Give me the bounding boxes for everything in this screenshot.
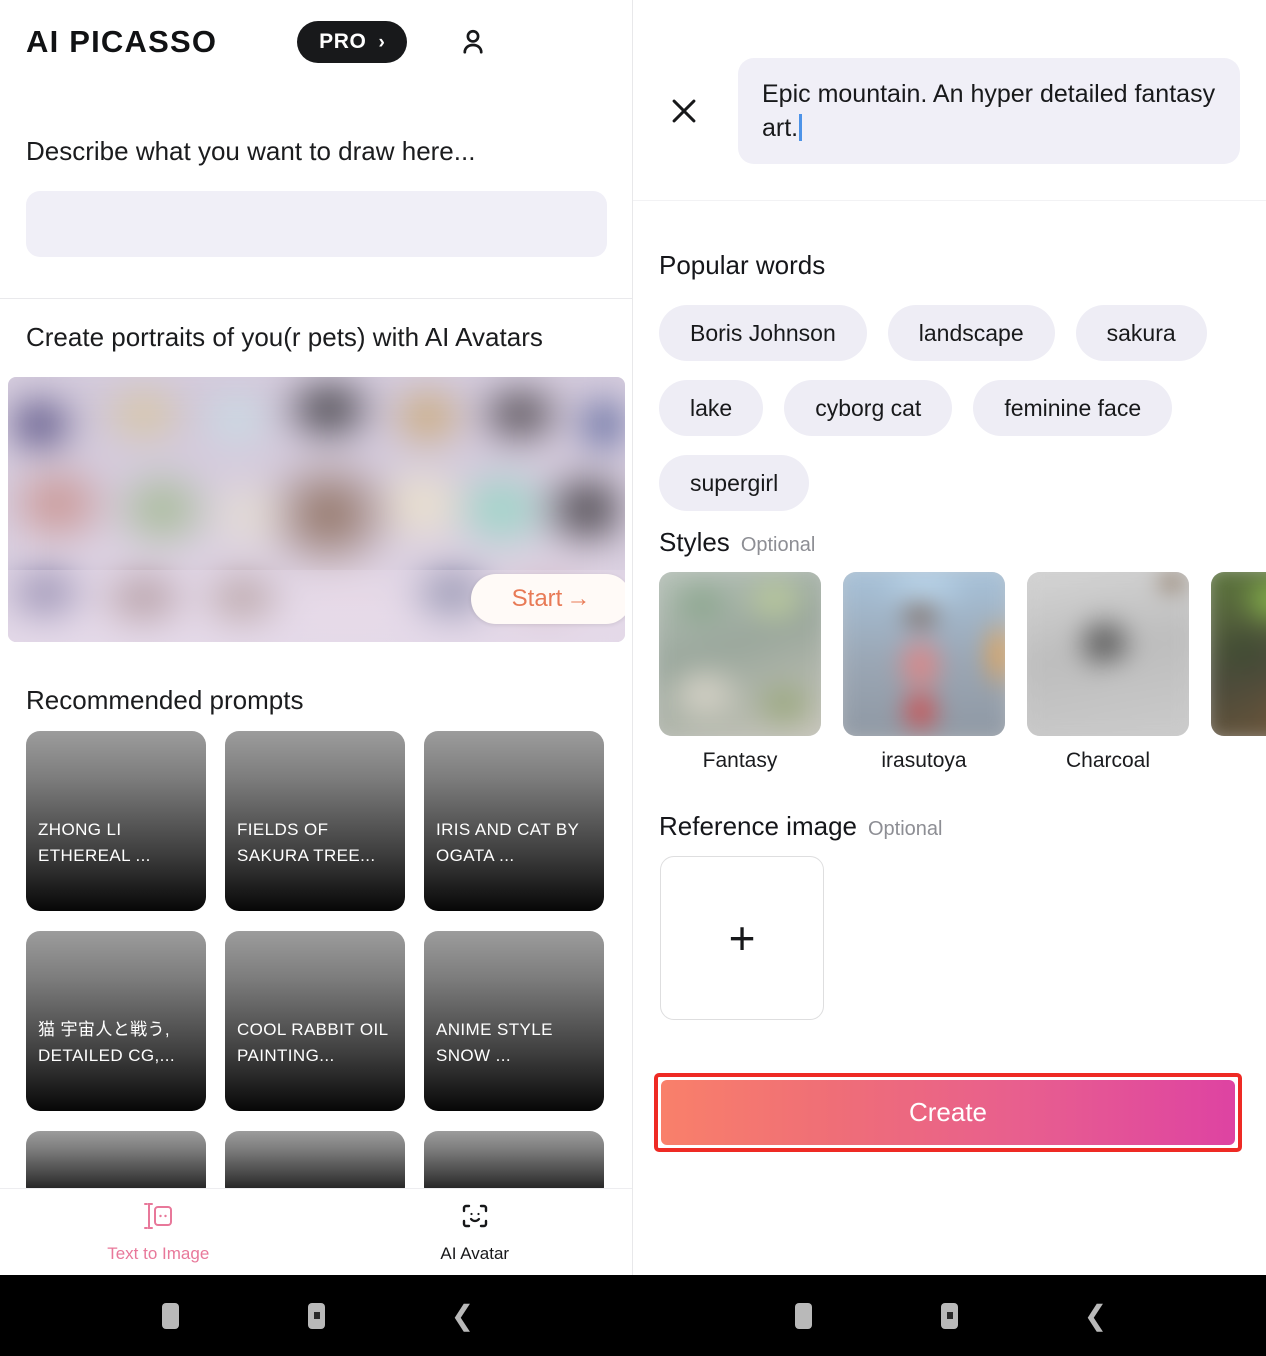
popular-words-header: Popular words (659, 250, 825, 281)
start-label: Start (511, 585, 563, 612)
square-icon (162, 1302, 179, 1329)
prompt-card-label: COOL RABBIT OIL PAINTING... (237, 1020, 388, 1065)
app-header: AI PICASSO PRO › (0, 0, 633, 84)
avatars-promo-title: Create portraits of you(r pets) with AI … (26, 322, 543, 352)
tab-label: Text to Image (107, 1244, 210, 1263)
left-pane: AI PICASSO PRO › Describe what you want … (0, 0, 633, 1275)
home-icon (308, 1302, 325, 1329)
account-icon[interactable] (455, 24, 491, 60)
prompt-card-label: ANIME STYLE SNOW ... (436, 1020, 553, 1065)
arrow-right-icon: → (566, 585, 591, 612)
popular-words-list: Boris Johnson landscape sakura lake cybo… (659, 305, 1266, 511)
back-button[interactable]: ❮ (1081, 1301, 1111, 1331)
back-chevron-icon: ❮ (1083, 1299, 1108, 1331)
home-button[interactable] (935, 1301, 965, 1331)
pro-upgrade-button[interactable]: PRO › (297, 21, 408, 63)
style-thumbnail (1211, 572, 1266, 736)
style-thumbnail (843, 572, 1005, 736)
prompt-card-label: IRIS AND CAT BY OGATA ... (436, 820, 579, 865)
styles-list: Fantasy irasutoya Charcoal 3D (659, 572, 1266, 773)
popular-words-title: Popular words (659, 250, 826, 280)
prompt-input[interactable]: Epic mountain. An hyper detailed fantasy… (738, 58, 1240, 164)
prompt-card[interactable]: 猫 宇宙人と戦う, DETAILED CG,... (26, 931, 206, 1111)
square-icon (795, 1302, 812, 1329)
styles-title: Styles (659, 527, 730, 557)
add-reference-image-button[interactable]: + (660, 856, 824, 1020)
popular-word-chip[interactable]: feminine face (973, 380, 1173, 436)
home-icon (941, 1302, 958, 1329)
tab-text-to-image[interactable]: Text to Image (0, 1189, 317, 1275)
text-caret (799, 114, 803, 141)
avatars-promo-banner[interactable]: Start → (8, 377, 625, 642)
home-button[interactable] (302, 1301, 332, 1331)
prompt-text: Epic mountain. An hyper detailed fantasy… (762, 80, 1216, 142)
android-navbar-left: ❮ (0, 1275, 633, 1356)
style-option[interactable]: Fantasy (659, 572, 821, 773)
styles-header: Styles Optional (659, 527, 815, 558)
create-button[interactable]: Create (661, 1080, 1235, 1145)
recents-button[interactable] (789, 1301, 819, 1331)
style-label: Charcoal (1065, 749, 1151, 772)
popular-word-chip[interactable]: landscape (887, 305, 1055, 361)
close-icon[interactable] (661, 88, 707, 134)
prompt-card-label: ZHONG LI ETHEREAL ... (38, 820, 151, 865)
popular-word-chip[interactable]: lake (659, 380, 764, 436)
app-logo: AI PICASSO (26, 24, 218, 59)
recommended-prompts-title: Recommended prompts (26, 685, 304, 715)
prompt-card[interactable]: FIELDS OF SAKURA TREE... (225, 731, 405, 911)
popular-word-chip[interactable]: Boris Johnson (659, 305, 867, 361)
prompt-divider (633, 200, 1266, 201)
prompt-card[interactable]: COOL RABBIT OIL PAINTING... (225, 931, 405, 1111)
describe-title: Describe what you want to draw here... (26, 136, 476, 166)
avatars-start-button[interactable]: Start → (471, 574, 625, 624)
tab-label: AI Avatar (440, 1244, 510, 1263)
prompt-card-label: 猫 宇宙人と戦う, DETAILED CG,... (38, 1020, 175, 1065)
create-button-highlight: Create (654, 1073, 1242, 1152)
style-option[interactable]: 3D (1211, 572, 1266, 773)
prompt-card[interactable]: ANIME STYLE SNOW ... (424, 931, 604, 1111)
popular-word-chip[interactable]: supergirl (659, 455, 810, 511)
reference-optional-label: Optional (868, 818, 943, 840)
prompt-card[interactable]: ZHONG LI ETHEREAL ... (26, 731, 206, 911)
style-option[interactable]: irasutoya (843, 572, 1005, 773)
bottom-tab-bar: Text to Image AI Avatar (0, 1188, 633, 1275)
reference-image-header: Reference image Optional (659, 811, 943, 842)
style-thumbnail (1027, 572, 1189, 736)
screenshot-root: AI PICASSO PRO › Describe what you want … (0, 0, 1266, 1356)
face-scan-icon (458, 1200, 492, 1237)
reference-image-title: Reference image (659, 811, 857, 841)
style-label: irasutoya (881, 749, 967, 772)
pro-label: PRO (319, 30, 367, 53)
text-to-image-icon (141, 1200, 175, 1237)
style-thumbnail (659, 572, 821, 736)
android-navbar-right: ❮ (633, 1275, 1266, 1356)
styles-optional-label: Optional (740, 534, 816, 556)
plus-icon: + (728, 912, 756, 964)
prompt-card-label: FIELDS OF SAKURA TREE... (237, 820, 376, 865)
style-option[interactable]: Charcoal (1027, 572, 1189, 773)
prompt-editor-row: Epic mountain. An hyper detailed fantasy… (633, 58, 1266, 164)
popular-word-chip[interactable]: cyborg cat (784, 380, 953, 436)
back-button[interactable]: ❮ (448, 1301, 478, 1331)
popular-word-chip[interactable]: sakura (1075, 305, 1207, 361)
recents-button[interactable] (156, 1301, 186, 1331)
style-label: Fantasy (702, 749, 778, 772)
prompt-card[interactable]: IRIS AND CAT BY OGATA ... (424, 731, 604, 911)
tab-ai-avatar[interactable]: AI Avatar (317, 1189, 634, 1275)
back-chevron-icon: ❮ (450, 1299, 475, 1331)
chevron-right-icon: › (378, 31, 386, 53)
section-divider (0, 298, 633, 299)
recommended-prompts-grid: ZHONG LI ETHEREAL ... FIELDS OF SAKURA T… (26, 731, 607, 1201)
describe-input[interactable] (26, 191, 607, 257)
